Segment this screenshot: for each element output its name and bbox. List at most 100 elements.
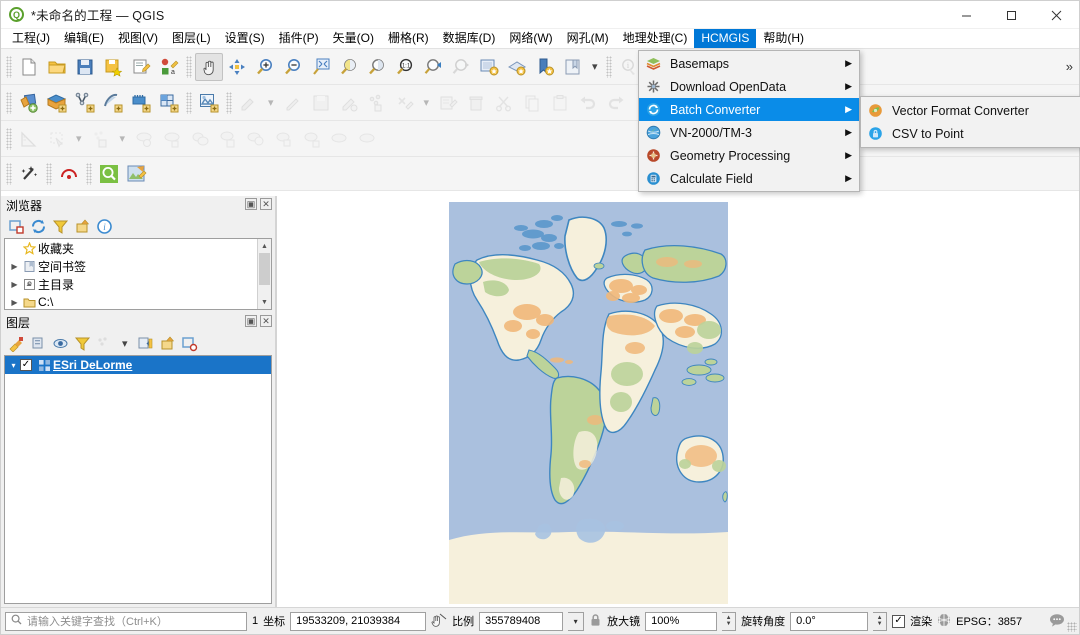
new-project-icon[interactable] [15, 53, 43, 81]
scroll-up-arrow[interactable]: ▲ [258, 239, 271, 253]
metasearch-icon[interactable] [95, 160, 123, 188]
magnifier-stepper[interactable]: ▲ ▼ [722, 611, 737, 631]
refresh-icon[interactable] [29, 217, 48, 236]
lock-icon[interactable] [589, 613, 602, 630]
toolbar-grip[interactable] [6, 162, 12, 185]
zoom-full-icon[interactable] [307, 53, 335, 81]
toolbar-grip[interactable] [6, 91, 12, 114]
menu-item-vn2000-tm3[interactable]: VN-2000/TM-3 ▶ [639, 121, 859, 144]
zoom-selection-icon[interactable] [335, 53, 363, 81]
menu-plugins[interactable]: 插件(P) [272, 29, 326, 48]
hcmgis-dropdown-menu[interactable]: Basemaps ▶ Download OpenData ▶ Batch Con… [638, 50, 860, 192]
toolbar-grip[interactable] [186, 55, 192, 78]
pan-to-selection-icon[interactable] [223, 53, 251, 81]
rotation-field[interactable]: 0.0° [790, 611, 869, 631]
chevron-down-icon[interactable]: ▾ [419, 96, 435, 109]
zoom-layer-icon[interactable] [363, 53, 391, 81]
chevron-down-icon[interactable]: ▾ [587, 60, 603, 73]
scale-dropdown-arrow[interactable]: ▾ [568, 611, 585, 631]
chevron-down-icon[interactable]: ▾ [263, 96, 279, 109]
expand-arrow[interactable]: ▶ [8, 262, 21, 271]
save-project-icon[interactable] [71, 53, 99, 81]
browser-tree[interactable]: 收藏夹 ▶ 空间书签 ▶ 主目录 ▶ C:\ ▲ ▼ [4, 238, 272, 310]
open-layer-styling-icon[interactable] [7, 334, 26, 353]
filter-legend-expression-icon[interactable] [95, 334, 114, 353]
toolbar-grip[interactable] [605, 55, 612, 78]
add-postgis-layer-icon[interactable] [155, 89, 183, 117]
toolbar-grip[interactable] [6, 55, 12, 78]
menu-database[interactable]: 数据库(D) [436, 29, 503, 48]
new-map-view-icon[interactable] [475, 53, 503, 81]
save-project-as-icon[interactable] [99, 53, 127, 81]
toolbar-grip[interactable] [46, 162, 52, 185]
new-print-layout-icon[interactable] [127, 53, 155, 81]
minimize-button[interactable] [944, 1, 989, 29]
rotation-stepper[interactable]: ▲ ▼ [873, 611, 888, 631]
filter-legend-icon[interactable] [73, 334, 92, 353]
browser-item-drive-c[interactable]: ▶ C:\ [5, 293, 271, 309]
pan-map-icon[interactable] [195, 52, 223, 81]
menu-mesh[interactable]: 网孔(M) [560, 29, 616, 48]
zoom-in-icon[interactable] [251, 53, 279, 81]
menu-raster[interactable]: 栅格(R) [381, 29, 436, 48]
add-vector-layer-icon[interactable] [43, 89, 71, 117]
menu-edit[interactable]: 编辑(E) [57, 29, 111, 48]
menu-vector[interactable]: 矢量(O) [326, 29, 381, 48]
browser-item-home[interactable]: ▶ 主目录 [5, 275, 271, 293]
menu-web[interactable]: 网络(W) [502, 29, 559, 48]
menu-item-calculate-field[interactable]: Calculate Field ▶ [639, 167, 859, 190]
layers-tree[interactable]: ▾ ✓ ESri DeLorme [4, 355, 272, 604]
scale-field[interactable]: 355789408 [479, 611, 564, 631]
manage-map-themes-icon[interactable] [51, 334, 70, 353]
filter-browser-icon[interactable] [51, 217, 70, 236]
collapse-arrow[interactable]: ▾ [7, 361, 20, 370]
remove-layer-icon[interactable] [180, 334, 199, 353]
show-bookmarks-icon[interactable] [559, 53, 587, 81]
menu-help[interactable]: 帮助(H) [756, 29, 811, 48]
coordinate-field[interactable]: 19533209, 21039384 [290, 611, 427, 631]
expand-all-icon[interactable] [136, 334, 155, 353]
browser-item-spatial-bookmarks[interactable]: ▶ 空间书签 [5, 257, 271, 275]
menu-item-download-opendata[interactable]: Download OpenData ▶ [639, 75, 859, 98]
collapse-all-icon[interactable] [158, 334, 177, 353]
scroll-down-arrow[interactable]: ▼ [258, 295, 271, 309]
zoom-last-icon[interactable] [419, 53, 447, 81]
menu-view[interactable]: 视图(V) [111, 29, 165, 48]
add-delimited-text-layer-icon[interactable] [127, 89, 155, 117]
menu-item-basemaps[interactable]: Basemaps ▶ [639, 52, 859, 75]
message-log-icon[interactable] [1049, 613, 1065, 630]
maximize-button[interactable] [989, 1, 1034, 29]
batch-converter-submenu[interactable]: Vector Format Converter CSV to Point [860, 96, 1080, 148]
scrollbar-thumb[interactable] [259, 253, 270, 285]
new-3d-map-view-icon[interactable] [503, 53, 531, 81]
expand-arrow[interactable]: ▶ [8, 280, 21, 289]
add-group-icon[interactable] [29, 334, 48, 353]
menu-project[interactable]: 工程(J) [5, 29, 57, 48]
resize-grip[interactable] [1067, 622, 1077, 632]
close-button[interactable] [1034, 1, 1079, 29]
magnifier-field[interactable]: 100% [645, 611, 718, 631]
collapse-all-icon[interactable] [73, 217, 92, 236]
submenu-item-vector-format-converter[interactable]: Vector Format Converter [861, 99, 1080, 122]
toolbar-grip[interactable] [226, 91, 232, 114]
layer-visibility-checkbox[interactable]: ✓ [20, 359, 32, 371]
expand-arrow[interactable]: ▶ [8, 298, 21, 307]
menu-processing[interactable]: 地理处理(C) [616, 29, 695, 48]
menu-settings[interactable]: 设置(S) [218, 29, 272, 48]
crs-globe-icon[interactable] [937, 613, 951, 630]
toolbar-grip[interactable] [6, 127, 12, 150]
chevron-down-icon[interactable]: ▾ [117, 337, 133, 350]
add-mesh-layer-icon[interactable] [99, 89, 127, 117]
toolbar-grip[interactable] [86, 162, 92, 185]
browser-close-button[interactable]: ✕ [260, 198, 272, 210]
crs-label[interactable]: EPSG：3857 [956, 613, 1022, 629]
render-checkbox[interactable]: ✓ [892, 614, 906, 628]
submenu-item-csv-to-point[interactable]: CSV to Point [861, 122, 1080, 145]
zoom-out-icon[interactable] [279, 53, 307, 81]
toggle-extents-icon[interactable] [431, 613, 447, 630]
locator-search-input[interactable]: 请输入关键字查找（Ctrl+K） [5, 611, 247, 631]
layers-float-button[interactable]: ▣ [245, 315, 257, 327]
menu-hcmgis[interactable]: HCMGIS [694, 29, 757, 48]
style-manager-icon[interactable]: a [155, 53, 183, 81]
menu-item-geometry-processing[interactable]: Geometry Processing ▶ [639, 144, 859, 167]
